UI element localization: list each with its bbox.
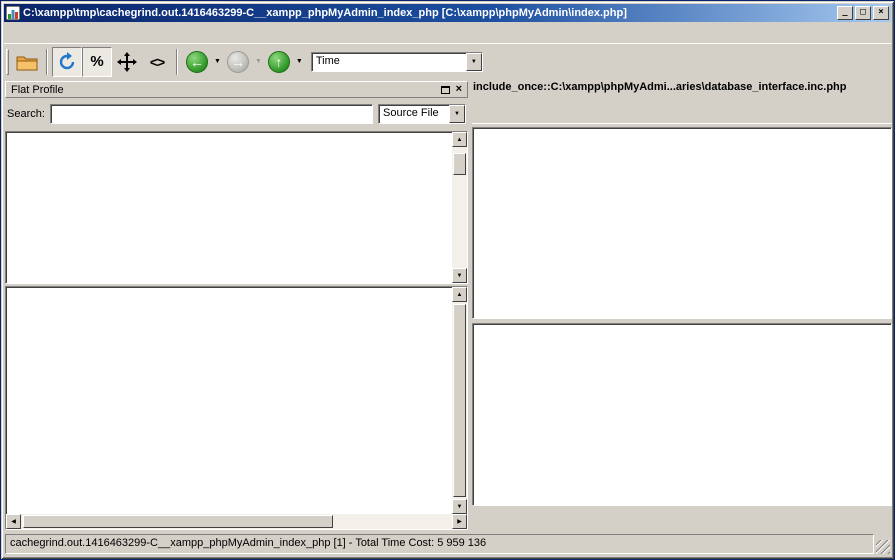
source-file-list: ▲ ▼ bbox=[5, 131, 468, 284]
function-list: ▲ ▼ ◀ ▶ bbox=[5, 286, 468, 530]
minimize-button[interactable]: _ bbox=[837, 6, 853, 20]
toolbar-separator bbox=[46, 49, 48, 75]
left-right-icon: <> bbox=[150, 54, 164, 70]
maximize-button[interactable]: □ bbox=[855, 6, 871, 20]
back-dropdown[interactable]: ▼ bbox=[214, 58, 221, 65]
scroll-down-icon[interactable]: ▼ bbox=[452, 499, 467, 514]
resize-grip[interactable] bbox=[876, 540, 890, 554]
function-list-vscrollbar[interactable]: ▲ ▼ bbox=[452, 287, 467, 514]
toolbar-handle[interactable] bbox=[6, 49, 9, 75]
event-type-table bbox=[472, 127, 892, 319]
scroll-left-icon[interactable]: ◀ bbox=[6, 514, 21, 529]
percent-icon: % bbox=[90, 53, 103, 70]
function-detail-panel: include_once::C:\xampp\phpMyAdmi...aries… bbox=[472, 81, 892, 532]
dock-close-icon[interactable]: × bbox=[456, 84, 462, 95]
flat-profile-dock: Flat Profile × Search: Source File ▼ bbox=[5, 81, 468, 532]
dock-title: Flat Profile bbox=[11, 84, 441, 96]
dock-float-icon[interactable] bbox=[441, 86, 450, 94]
source-list-vscrollbar[interactable]: ▲ ▼ bbox=[452, 132, 467, 283]
callees-table bbox=[472, 323, 892, 506]
event-type-combobox[interactable]: Time ▼ bbox=[311, 52, 483, 72]
toolbar-separator bbox=[176, 49, 178, 75]
title-bar[interactable]: C:\xampp\tmp\cachegrind.out.1416463299-C… bbox=[4, 4, 891, 22]
toolbar: % <> ← ▼ → ▼ ↑ ▼ Time bbox=[4, 43, 891, 79]
back-button[interactable]: ← bbox=[182, 47, 212, 77]
folder-icon bbox=[16, 53, 38, 71]
app-window: C:\xampp\tmp\cachegrind.out.1416463299-C… bbox=[0, 0, 895, 560]
scroll-up-icon[interactable]: ▲ bbox=[452, 287, 467, 302]
detail-tabbar-bottom bbox=[472, 508, 892, 532]
scroll-down-icon[interactable]: ▼ bbox=[452, 268, 467, 283]
vscroll-thumb[interactable] bbox=[453, 153, 466, 175]
status-bar: cachegrind.out.1416463299-C__xampp_phpMy… bbox=[4, 532, 891, 556]
combo-dropdown-icon[interactable]: ▼ bbox=[466, 53, 482, 71]
app-icon bbox=[6, 6, 20, 20]
up-icon: ↑ bbox=[268, 51, 290, 73]
source-file-rows-viewport[interactable] bbox=[6, 132, 452, 283]
back-icon: ← bbox=[186, 51, 208, 73]
relative-percent-button[interactable]: % bbox=[82, 47, 112, 77]
move-dock-button[interactable] bbox=[112, 47, 142, 77]
group-by-combobox[interactable]: Source File ▼ bbox=[378, 104, 466, 124]
forward-button[interactable]: → bbox=[223, 47, 253, 77]
expand-button[interactable]: <> bbox=[142, 47, 172, 77]
function-list-hscrollbar[interactable]: ◀ ▶ bbox=[6, 514, 467, 529]
open-file-button[interactable] bbox=[12, 47, 42, 77]
up-button[interactable]: ↑ bbox=[264, 47, 294, 77]
search-label: Search: bbox=[7, 108, 45, 120]
move-arrows-icon bbox=[117, 52, 137, 72]
cycle-detection-button[interactable] bbox=[52, 47, 82, 77]
refresh-icon bbox=[57, 52, 77, 72]
up-dropdown[interactable]: ▼ bbox=[296, 58, 303, 65]
window-title: C:\xampp\tmp\cachegrind.out.1416463299-C… bbox=[23, 7, 835, 19]
selected-function-header: include_once::C:\xampp\phpMyAdmi...aries… bbox=[472, 81, 892, 97]
dock-title-bar[interactable]: Flat Profile × bbox=[5, 81, 468, 98]
scroll-right-icon[interactable]: ▶ bbox=[452, 514, 467, 529]
scroll-up-icon[interactable]: ▲ bbox=[452, 132, 467, 147]
forward-dropdown[interactable]: ▼ bbox=[255, 58, 262, 65]
function-rows-viewport[interactable] bbox=[6, 287, 452, 514]
search-input[interactable] bbox=[50, 104, 373, 124]
detail-tabbar-top bbox=[472, 101, 892, 124]
combo-dropdown-icon[interactable]: ▼ bbox=[449, 105, 465, 123]
forward-icon: → bbox=[227, 51, 249, 73]
close-button[interactable]: × bbox=[873, 6, 889, 20]
vscroll-thumb[interactable] bbox=[453, 304, 466, 497]
event-type-value: Time bbox=[312, 53, 466, 71]
group-by-value: Source File bbox=[379, 105, 449, 123]
status-text: cachegrind.out.1416463299-C__xampp_phpMy… bbox=[5, 534, 874, 554]
menu-bar bbox=[4, 22, 891, 43]
hscroll-thumb[interactable] bbox=[23, 515, 333, 528]
